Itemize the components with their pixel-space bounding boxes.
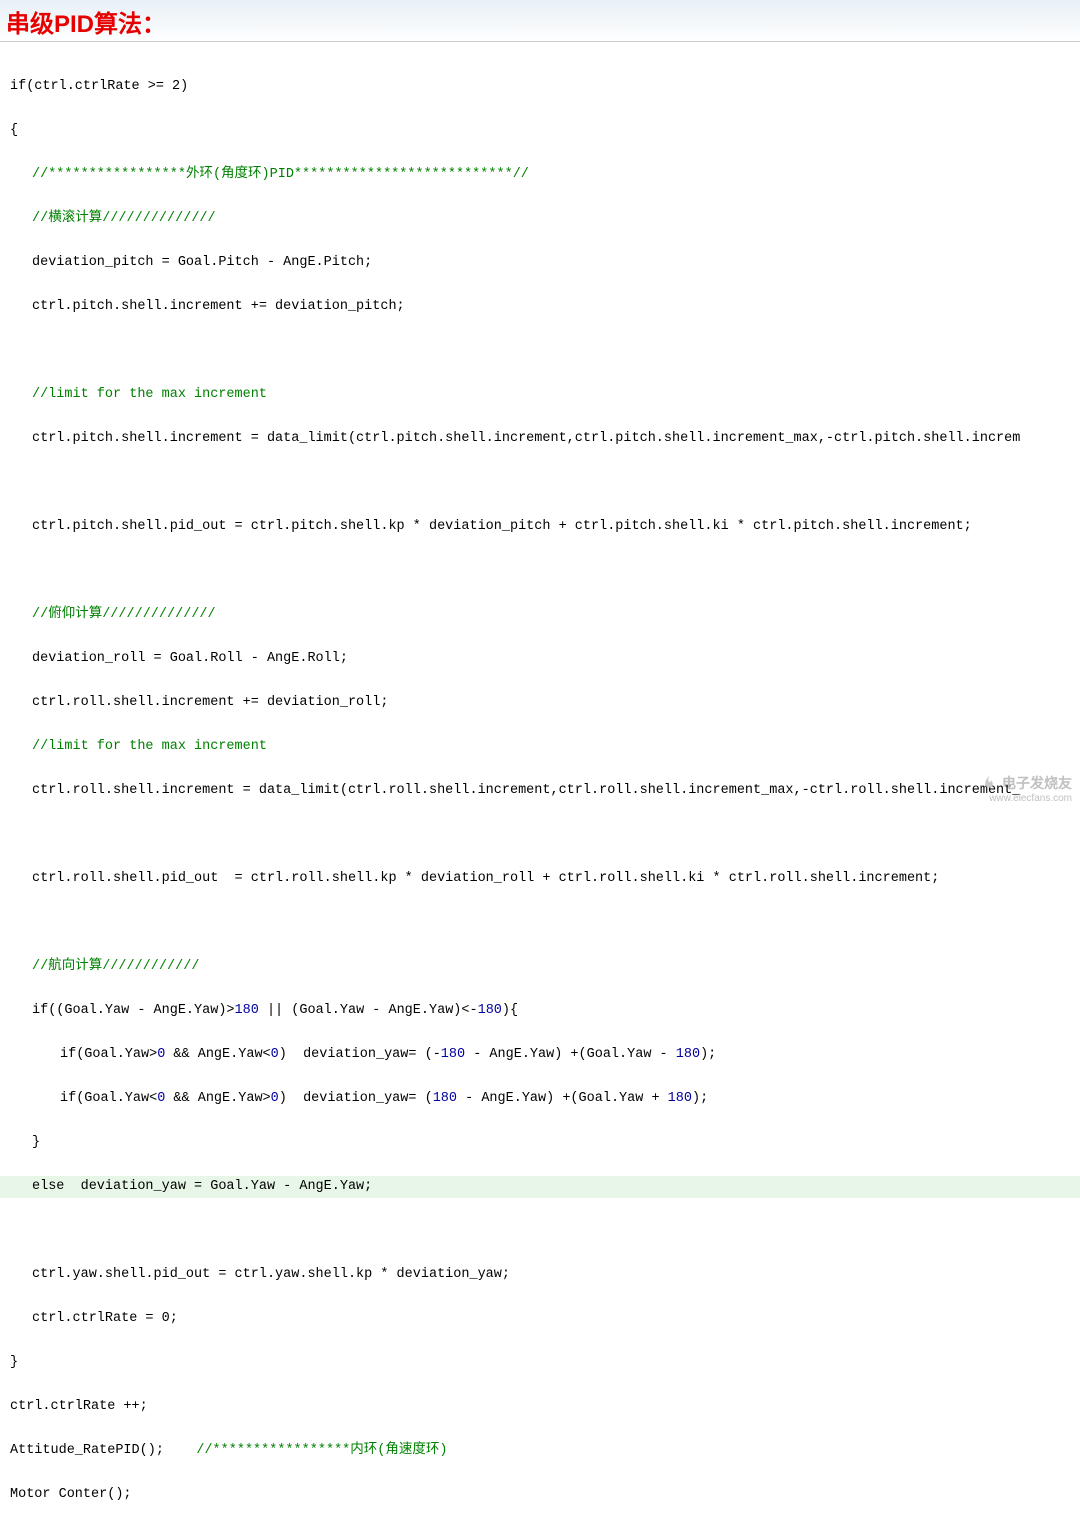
page-title: 串级PID算法：	[6, 11, 166, 38]
code-line: ctrl.roll.shell.increment += deviation_r…	[0, 692, 1080, 714]
code-line: deviation_roll = Goal.Roll - AngE.Roll;	[0, 648, 1080, 670]
code-block: if(ctrl.ctrlRate >= 2) { //*************…	[0, 42, 1080, 1528]
code-line	[0, 472, 1080, 494]
code-line	[0, 340, 1080, 362]
code-line	[0, 912, 1080, 934]
code-line: Attitude_RatePID(); //*****************内…	[0, 1440, 1080, 1462]
code-line: if((Goal.Yaw - AngE.Yaw)>180 || (Goal.Ya…	[0, 1000, 1080, 1022]
code-line	[0, 824, 1080, 846]
code-line: //limit for the max increment	[0, 736, 1080, 758]
page-header: 串级PID算法：	[0, 0, 1080, 42]
code-line: ctrl.ctrlRate ++;	[0, 1396, 1080, 1418]
code-line: ctrl.pitch.shell.pid_out = ctrl.pitch.sh…	[0, 516, 1080, 538]
code-line	[0, 1220, 1080, 1242]
code-line-highlighted: else deviation_yaw = Goal.Yaw - AngE.Yaw…	[0, 1176, 1080, 1198]
code-line: deviation_pitch = Goal.Pitch - AngE.Pitc…	[0, 252, 1080, 274]
code-line: ctrl.pitch.shell.increment = data_limit(…	[0, 428, 1080, 450]
code-line: ctrl.ctrlRate = 0;	[0, 1308, 1080, 1330]
code-line: ctrl.roll.shell.pid_out = ctrl.roll.shel…	[0, 868, 1080, 890]
code-line: //俯仰计算//////////////	[0, 604, 1080, 626]
code-line: if(Goal.Yaw<0 && AngE.Yaw>0) deviation_y…	[0, 1088, 1080, 1110]
code-line: }	[0, 1352, 1080, 1374]
code-line: //*****************外环(角度环)PID***********…	[0, 164, 1080, 186]
code-line: //横滚计算//////////////	[0, 208, 1080, 230]
code-line: //limit for the max increment	[0, 384, 1080, 406]
code-line: if(Goal.Yaw>0 && AngE.Yaw<0) deviation_y…	[0, 1044, 1080, 1066]
code-line: {	[0, 120, 1080, 142]
code-line: ctrl.yaw.shell.pid_out = ctrl.yaw.shell.…	[0, 1264, 1080, 1286]
code-line: ctrl.roll.shell.increment = data_limit(c…	[0, 780, 1080, 802]
code-line: //航向计算////////////	[0, 956, 1080, 978]
code-line: if(ctrl.ctrlRate >= 2)	[0, 76, 1080, 98]
code-line: }	[0, 1132, 1080, 1154]
code-line: Motor Conter();	[0, 1484, 1080, 1506]
code-line	[0, 560, 1080, 582]
code-line: ctrl.pitch.shell.increment += deviation_…	[0, 296, 1080, 318]
